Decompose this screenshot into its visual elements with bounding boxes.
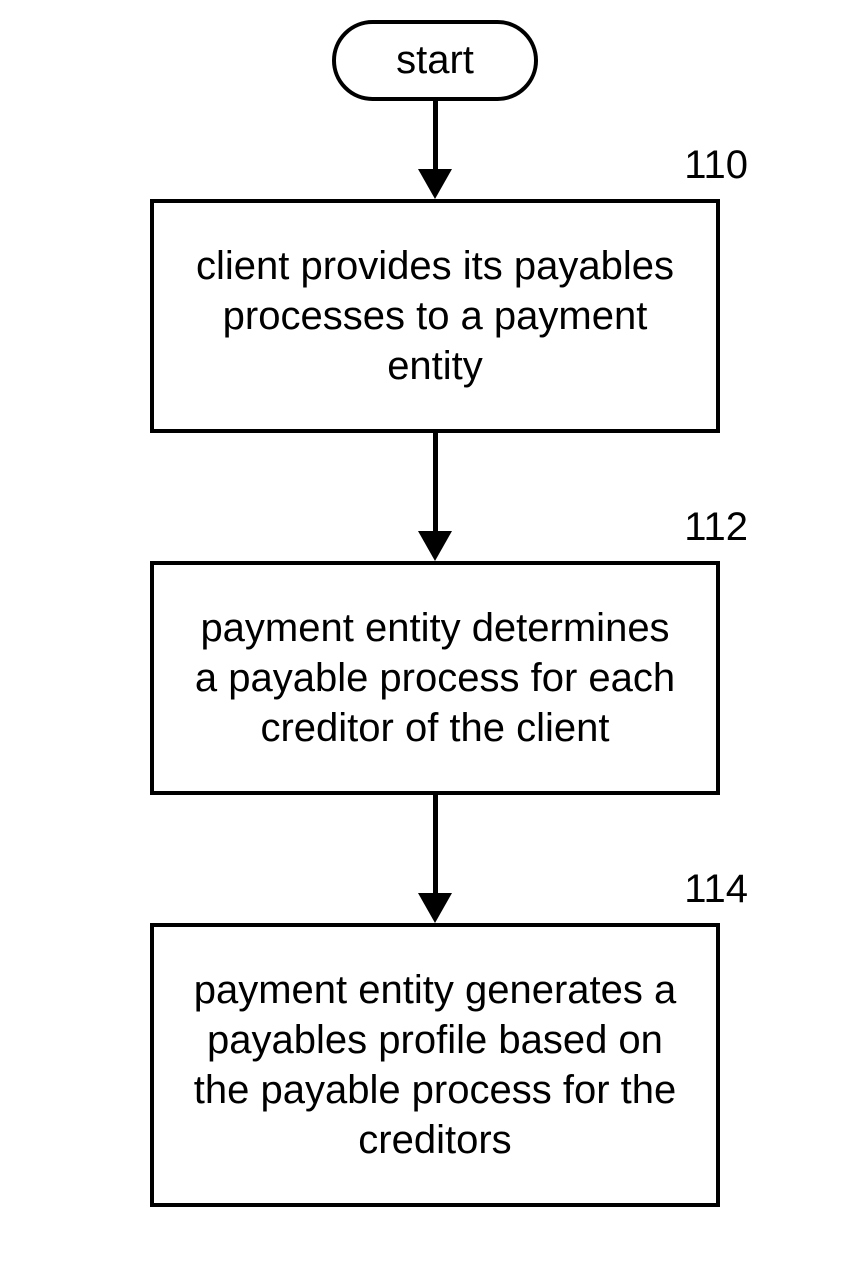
step-1-node: client provides its payables processes t… xyxy=(150,199,720,433)
step-2-text: payment entity determines a payable proc… xyxy=(184,603,686,753)
ref-114: 114 xyxy=(684,867,748,912)
arrow-head xyxy=(418,169,452,199)
step-3-wrap: 114 payment entity generates a payables … xyxy=(150,923,720,1207)
arrow-line xyxy=(433,101,438,171)
ref-112: 112 xyxy=(684,505,748,550)
arrow-3 xyxy=(418,795,452,923)
arrow-1 xyxy=(418,101,452,199)
flowchart-container: start 110 client provides its payables p… xyxy=(125,20,745,1207)
arrow-2 xyxy=(418,433,452,561)
arrow-head xyxy=(418,893,452,923)
step-3-text: payment entity generates a payables prof… xyxy=(184,965,686,1165)
step-3-node: payment entity generates a payables prof… xyxy=(150,923,720,1207)
start-node: start xyxy=(332,20,538,101)
step-2-wrap: 112 payment entity determines a payable … xyxy=(150,561,720,795)
arrow-line xyxy=(433,795,438,895)
step-1-text: client provides its payables processes t… xyxy=(184,241,686,391)
ref-110: 110 xyxy=(684,143,748,188)
step-1-wrap: 110 client provides its payables process… xyxy=(150,199,720,433)
start-label: start xyxy=(396,38,474,82)
arrow-head xyxy=(418,531,452,561)
arrow-line xyxy=(433,433,438,533)
step-2-node: payment entity determines a payable proc… xyxy=(150,561,720,795)
